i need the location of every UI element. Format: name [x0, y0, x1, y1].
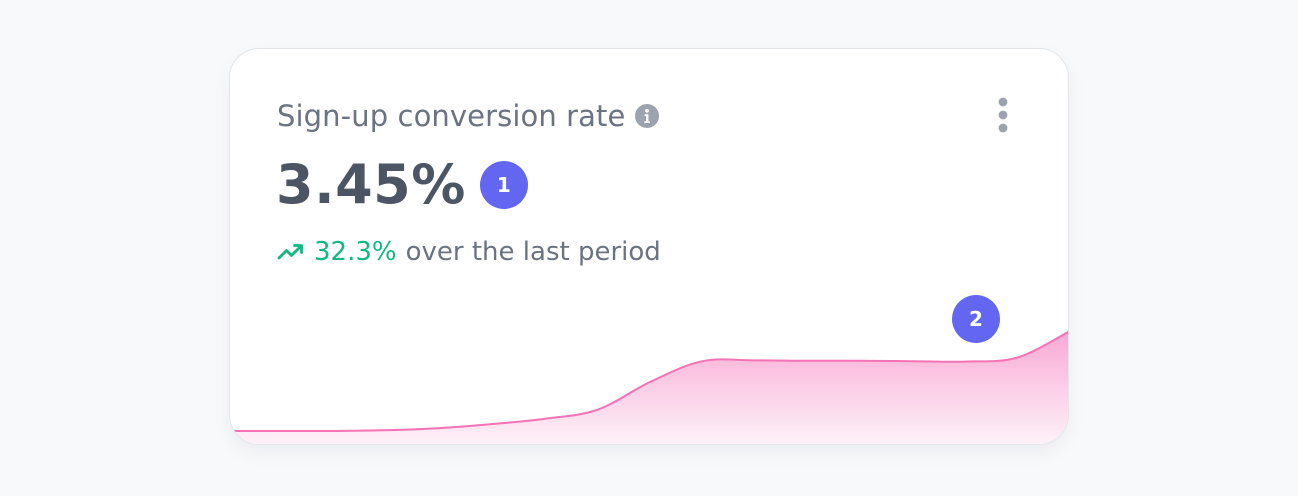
vertical-dots-icon — [998, 97, 1008, 133]
chart-point-6 — [544, 418, 546, 420]
chart-point-2 — [334, 430, 336, 432]
chart-point-12 — [859, 360, 861, 362]
chart-point-14 — [964, 361, 966, 363]
card-title: Sign-up conversion rate — [277, 99, 626, 133]
value-annotation-badge: 1 — [479, 161, 528, 209]
chart-point-5 — [492, 423, 494, 425]
chart-point-13 — [912, 360, 914, 362]
chart-point-1 — [282, 430, 284, 432]
info-icon[interactable] — [635, 104, 660, 128]
conversion-rate-card: Sign-up conversion rate 3.45% 1 32.3% ov… — [229, 48, 1069, 445]
chart-point-7 — [597, 409, 599, 411]
page: { "card": { "title": "Sign-up conversion… — [0, 0, 1298, 496]
card-header: Sign-up conversion rate — [277, 96, 660, 136]
chart-point-10 — [754, 359, 756, 361]
chart-point-3 — [387, 429, 389, 431]
metric-value: 3.45% — [276, 153, 466, 216]
chart-point-9 — [702, 360, 704, 362]
chart-annotation-badge: 2 — [952, 295, 1000, 343]
trending-up-icon — [277, 244, 303, 260]
chart-point-15 — [1017, 357, 1019, 359]
metric-value-row: 3.45% 1 — [276, 150, 528, 220]
chart-point-4 — [439, 427, 441, 429]
card-menu-button[interactable] — [988, 95, 1018, 137]
chart-point-8 — [649, 381, 651, 383]
trend-indicator: 32.3% over the last period — [277, 232, 661, 272]
chart-area — [230, 332, 1068, 444]
chart-point-11 — [807, 360, 809, 362]
trend-percentage: 32.3% — [314, 237, 397, 267]
trend-description: over the last period — [405, 237, 661, 267]
